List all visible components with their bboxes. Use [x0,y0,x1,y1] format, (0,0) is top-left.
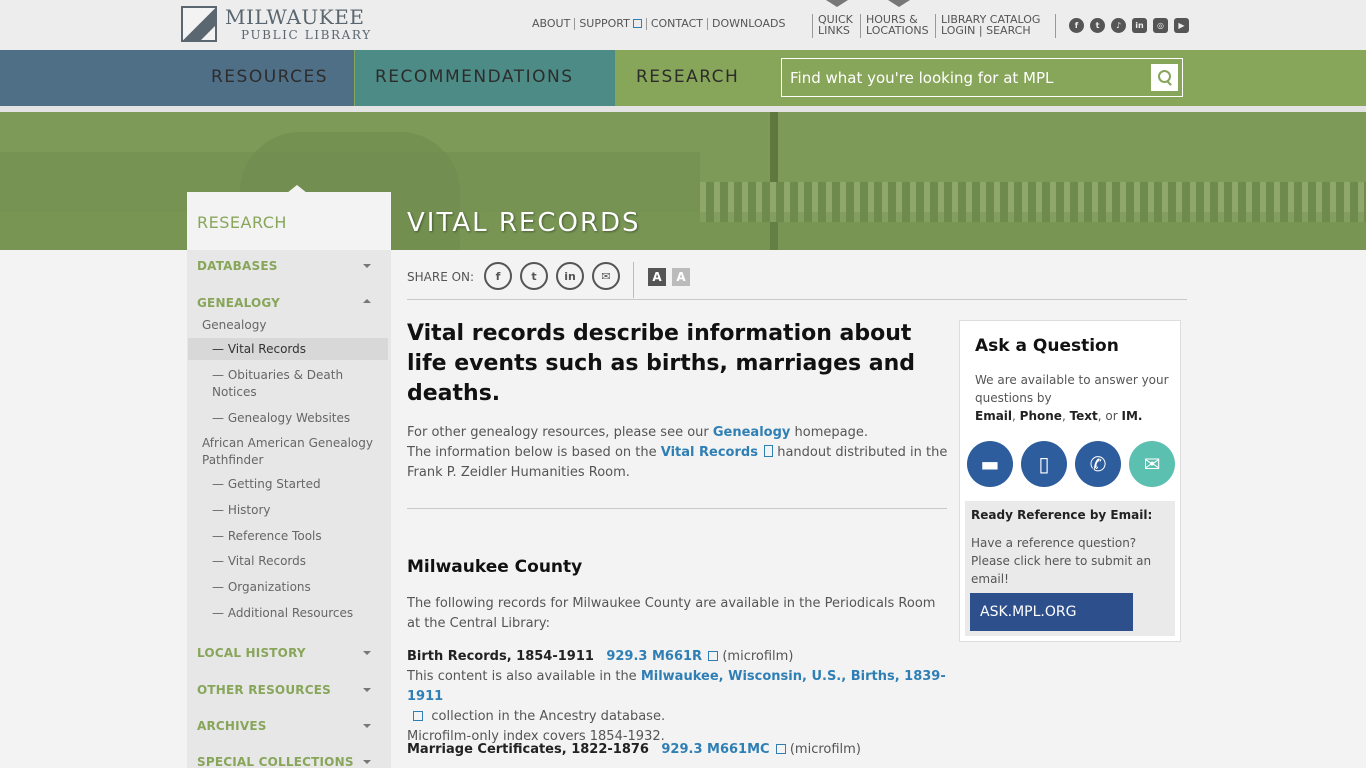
logo-line-1: MILWAUKEE [225,5,365,29]
share-linkedin-icon[interactable]: in [556,262,584,290]
page-title: VITAL RECORDS [407,208,641,238]
ask-heading: Ask a Question [975,336,1119,356]
sidebar-item-vital-records-active[interactable]: — Vital Records [212,341,382,358]
font-size-normal-icon[interactable]: A [648,268,666,286]
ready-reference-text[interactable]: Have a reference question? Please click … [971,534,1166,588]
external-link-icon [413,711,424,721]
genealogy-link[interactable]: Genealogy [713,425,791,440]
external-link-icon [708,651,719,661]
mobile-phone-icon[interactable]: ▯ [1021,441,1067,487]
lead-paragraph: Vital records describe information about… [407,321,916,406]
sidebar-item-aa-pathfinder[interactable]: African American Genealogy Pathfinder [202,435,382,469]
quick-links-button[interactable]: QUICK LINKS [818,14,853,36]
county-intro: The following records for Milwaukee Coun… [407,596,936,631]
font-size-large-icon[interactable]: A [672,268,690,286]
chevron-down-icon[interactable] [363,688,371,692]
phone-icon[interactable]: ✆ [1075,441,1121,487]
logo-mark-icon [181,6,217,42]
sidebar-item-reference-tools[interactable]: — Reference Tools [212,528,382,545]
ask-a-question-box: Ask a Question We are available to answe… [959,320,1181,642]
nav-research[interactable]: RESEARCH [636,67,739,87]
nav-recommendations[interactable]: RECOMMENDATIONS [355,50,615,106]
vital-records-handout-link[interactable]: Vital Records [661,445,758,460]
ready-reference-heading: Ready Reference by Email: [971,508,1153,522]
sidebar-item-history[interactable]: — History [212,502,382,519]
utility-links: ABOUT SUPPORT CONTACT DOWNLOADS [532,17,785,30]
sidebar-other-resources[interactable]: OTHER RESOURCES [197,683,331,697]
share-email-icon[interactable]: ✉ [592,262,620,290]
share-twitter-icon[interactable]: t [520,262,548,290]
hours-tab-icon [888,0,910,7]
birth-call-number-link[interactable]: 929.3 M661R [606,649,702,664]
county-heading: Milwaukee County [407,557,583,577]
tiktok-icon[interactable]: ♪ [1111,18,1126,33]
chat-icon[interactable]: ▬ [967,441,1013,487]
external-link-icon [632,19,642,28]
quick-links-tab-icon [826,0,848,7]
sidebar-item-genealogy[interactable]: Genealogy [202,317,382,334]
top-utility-bar: MILWAUKEE PUBLIC LIBRARY ABOUT SUPPORT C… [0,0,1366,50]
sidebar-item-organizations[interactable]: — Organizations [212,579,382,596]
contact-link[interactable]: CONTACT [651,17,703,30]
sidebar-databases[interactable]: DATABASES [197,259,278,273]
sidebar-genealogy[interactable]: GENEALOGY [197,296,280,310]
ask-mpl-button[interactable]: ASK.MPL.ORG [970,593,1133,631]
support-link[interactable]: SUPPORT [579,17,630,30]
sidebar-item-additional-resources[interactable]: — Additional Resources [212,605,382,622]
ready-reference-panel: Ready Reference by Email: Have a referen… [965,501,1175,636]
site-search-input[interactable]: Find what you're looking for at MPL [781,58,1183,97]
linkedin-icon[interactable]: in [1132,18,1147,33]
birth-records-entry: Birth Records, 1854-1911 929.3 M661R (mi… [407,649,946,744]
share-facebook-icon[interactable]: f [484,262,512,290]
external-link-icon [775,744,786,754]
sidebar-archives[interactable]: ARCHIVES [197,719,267,733]
login-link[interactable]: LOGIN [941,24,975,37]
catalog-search-link[interactable]: SEARCH [986,24,1031,37]
sidebar-heading: RESEARCH [187,185,391,250]
sidebar-item-obituaries[interactable]: — Obituaries & Death Notices [212,367,382,401]
twitter-icon[interactable]: t [1090,18,1105,33]
chevron-down-icon[interactable] [363,724,371,728]
sidebar-special-collections[interactable]: SPECIAL COLLECTIONS [197,755,354,768]
youtube-icon[interactable]: ▶ [1174,18,1189,33]
library-logo[interactable]: MILWAUKEE PUBLIC LIBRARY [181,6,372,42]
email-icon[interactable]: ✉ [1129,441,1175,487]
social-links: f t ♪ in ◎ ▶ [1069,18,1189,33]
intro-paragraph: For other genealogy resources, please se… [407,425,948,480]
share-label: SHARE ON: [407,270,475,284]
instagram-icon[interactable]: ◎ [1153,18,1168,33]
sidebar-nav: DATABASES GENEALOGY Genealogy — Vital Re… [187,250,391,768]
logo-line-2: PUBLIC LIBRARY [241,28,372,42]
nav-resources[interactable]: RESOURCES [0,50,354,106]
sidebar-item-getting-started[interactable]: — Getting Started [212,476,382,493]
sidebar-item-genealogy-websites[interactable]: — Genealogy Websites [212,410,382,427]
search-icon[interactable] [1151,64,1178,91]
about-link[interactable]: ABOUT [532,17,570,30]
facebook-icon[interactable]: f [1069,18,1084,33]
marriage-call-number-link[interactable]: 929.3 M661MC [661,742,769,757]
chevron-down-icon[interactable] [363,760,371,764]
chevron-down-icon[interactable] [363,651,371,655]
sidebar-local-history[interactable]: LOCAL HISTORY [197,646,306,660]
pdf-icon [764,445,774,457]
chevron-up-icon[interactable] [363,299,371,303]
search-placeholder: Find what you're looking for at MPL [790,69,1054,87]
chevron-down-icon[interactable] [363,264,371,268]
catalog-links: LIBRARY CATALOG LOGIN | SEARCH [941,13,1041,37]
marriage-records-entry: Marriage Certificates, 1822-1876 929.3 M… [407,742,861,757]
sidebar-item-vital-records[interactable]: — Vital Records [212,553,382,570]
hours-locations-button[interactable]: HOURS & LOCATIONS [866,14,929,36]
main-navigation: RESOURCES RECOMMENDATIONS RESEARCH Find … [0,50,1366,106]
ask-intro: We are available to answer your question… [975,373,1169,423]
downloads-link[interactable]: DOWNLOADS [712,17,785,30]
